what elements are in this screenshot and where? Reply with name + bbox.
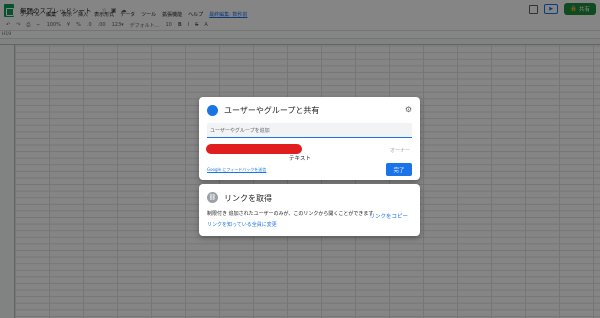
copy-link-button[interactable]: リンクをコピー (369, 212, 408, 220)
restriction-text: 制限付き 追加されたユーザーのみが、このリンクから開くことができます (207, 211, 374, 217)
share-dialog-title: ユーザーやグループと共有 (224, 106, 320, 115)
feedback-link[interactable]: Google にフィードバックを送信 (207, 167, 266, 173)
link-dialog: ⛓ リンクを取得 制限付き 追加されたユーザーのみが、このリンクから開くことがで… (199, 184, 420, 236)
link-icon: ⛓ (207, 192, 218, 203)
share-dialog: 👤 ユーザーやグループと共有 ⚙ ユーザーやグループを追加 テキスト オーナー … (199, 97, 420, 180)
redacted-user-entry (206, 144, 302, 154)
change-access-link[interactable]: リンクを知っている全員に変更 (207, 221, 277, 228)
add-people-input[interactable]: ユーザーやグループを追加 (207, 123, 412, 138)
link-dialog-title: リンクを取得 (224, 194, 272, 203)
owner-label: オーナー (389, 148, 410, 154)
overlay-text: テキスト (289, 156, 311, 162)
settings-icon[interactable]: ⚙ (405, 106, 412, 114)
done-button[interactable]: 完了 (386, 163, 412, 176)
spreadsheet-app: 無題のスプレッドシート ☆ ▣ ☁ ▶ 🔒 共有 ファイル 編集 表示 挿入 表… (0, 0, 600, 318)
add-person-icon: 👤 (207, 105, 218, 116)
